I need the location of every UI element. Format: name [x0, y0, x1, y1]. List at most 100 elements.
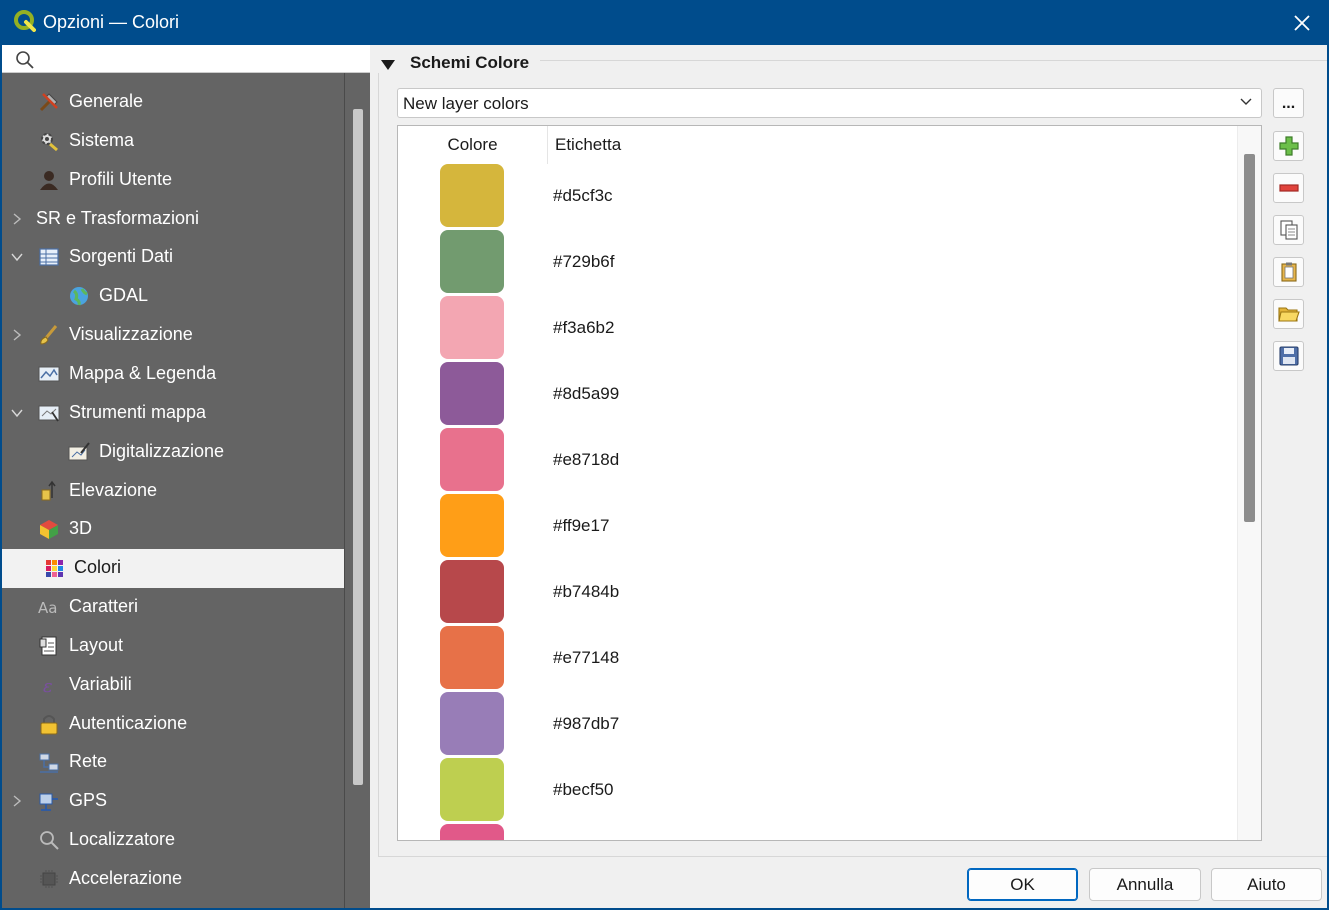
nav-item-label: Elevazione: [69, 479, 158, 500]
color-swatch[interactable]: [440, 560, 504, 623]
color-label[interactable]: #ff9e17: [553, 516, 609, 536]
nav-item-profili-utente[interactable]: Profili Utente: [2, 161, 344, 200]
nav-item-label: Layout: [69, 634, 124, 655]
nav-item-3d[interactable]: 3D: [2, 510, 344, 549]
color-label[interactable]: #becf50: [553, 780, 614, 800]
import-scheme-button[interactable]: [1273, 299, 1304, 329]
nav-item-elevazione[interactable]: Elevazione: [2, 472, 344, 511]
nav-scrollbar[interactable]: [344, 73, 370, 908]
nav-item-label: Profili Utente: [69, 168, 173, 189]
globe-icon: [70, 287, 88, 306]
table-scrollbar[interactable]: [1237, 126, 1261, 840]
color-label[interactable]: #b7484b: [553, 582, 619, 602]
padlock-icon: [40, 714, 58, 735]
nav-item-sistema[interactable]: Sistema: [2, 122, 344, 161]
close-button[interactable]: [1285, 6, 1319, 40]
color-label[interactable]: #d5cf3c: [553, 186, 613, 206]
nav-item-localizzatore[interactable]: Localizzatore: [2, 821, 344, 860]
color-label[interactable]: #8d5a99: [553, 384, 619, 404]
nav-item-label: Variabili: [69, 673, 132, 694]
nav-item-strumenti-mappa[interactable]: Strumenti mappa: [2, 394, 344, 433]
color-swatch[interactable]: [440, 296, 504, 359]
nav-item-generale[interactable]: Generale: [2, 83, 344, 122]
nav-item-visualizzazione[interactable]: Visualizzazione: [2, 316, 344, 355]
remove-color-button[interactable]: [1273, 173, 1304, 203]
remove-color-icon: [1278, 184, 1299, 192]
color-label[interactable]: #e8718d: [553, 450, 619, 470]
chevron-down-icon[interactable]: [10, 250, 24, 264]
table-scrollbar-thumb[interactable]: [1244, 154, 1255, 522]
color-label[interactable]: #f3a6b2: [553, 318, 614, 338]
nav-item-mappa-legenda[interactable]: Mappa & Legenda: [2, 355, 344, 394]
export-scheme-button[interactable]: [1273, 341, 1304, 371]
nav-item-label: Strumenti mappa: [69, 401, 207, 422]
chevron-down-icon[interactable]: [10, 406, 24, 420]
nav-item-label: 3D: [69, 518, 93, 539]
paste-colors-icon: [1280, 262, 1297, 282]
map-legend-icon: [38, 366, 60, 382]
color-palette-icon: [46, 560, 63, 578]
search-input[interactable]: [42, 47, 362, 71]
nav-item-label: Mappa & Legenda: [69, 362, 217, 383]
nav-item-accelerazione[interactable]: Accelerazione: [2, 860, 344, 899]
nav-item-gdal[interactable]: GDAL: [2, 277, 344, 316]
data-sources-icon: [39, 248, 59, 266]
cancel-button[interactable]: Annulla: [1089, 868, 1201, 901]
nav-item-gps[interactable]: GPS: [2, 782, 344, 821]
color-swatch[interactable]: [440, 824, 504, 840]
color-swatch[interactable]: [440, 494, 504, 557]
chevron-right-icon[interactable]: [10, 794, 24, 808]
svg-text:ε: ε: [43, 676, 53, 696]
nav-item-sorgenti-dati[interactable]: Sorgenti Dati: [2, 238, 344, 277]
column-header-color[interactable]: Colore: [398, 126, 548, 164]
nav-item-sr-e-trasformazioni[interactable]: SR e Trasformazioni: [2, 200, 344, 239]
chevron-right-icon[interactable]: [10, 212, 24, 226]
digitizing-icon: [68, 442, 90, 461]
title-bar: Opzioni — Colori: [0, 0, 1329, 45]
nav-item-colori[interactable]: Colori: [2, 549, 344, 589]
gps-icon: [39, 793, 58, 812]
group-divider: [540, 60, 1327, 61]
nav-scrollbar-thumb[interactable]: [353, 109, 363, 785]
nav-item-layout[interactable]: Layout: [2, 627, 344, 666]
help-button[interactable]: Aiuto: [1211, 868, 1322, 901]
color-swatch[interactable]: [440, 758, 504, 821]
paintbrush-icon: [40, 325, 58, 345]
color-label[interactable]: #e77148: [553, 648, 619, 668]
color-label[interactable]: #729b6f: [553, 252, 614, 272]
color-table: Colore Etichetta #d5cf3c #729b6f #f3a6b2 #8…: [397, 125, 1262, 841]
nav-item-label: Colori: [74, 557, 122, 578]
color-label[interactable]: #987db7: [553, 714, 619, 734]
nav-item-label: GDAL: [99, 285, 149, 306]
nav-item-label: Sorgenti Dati: [69, 246, 174, 267]
nav-item-caratteri[interactable]: Aa Caratteri: [2, 588, 344, 627]
scheme-select-value: New layer colors: [403, 94, 529, 113]
color-swatch[interactable]: [440, 164, 504, 227]
color-swatch[interactable]: [440, 362, 504, 425]
nav-item-digitalizzazione[interactable]: Digitalizzazione: [2, 433, 344, 472]
collapse-triangle-icon[interactable]: [380, 59, 396, 71]
ok-button[interactable]: OK: [967, 868, 1078, 901]
search-bar: [2, 45, 370, 73]
chevron-right-icon[interactable]: [10, 328, 24, 342]
svg-text:Aa: Aa: [38, 599, 57, 617]
layout-icon: [39, 636, 57, 656]
scheme-select[interactable]: New layer colors: [397, 88, 1262, 118]
copy-colors-button[interactable]: [1273, 215, 1304, 245]
group-title: Schemi Colore: [410, 53, 530, 72]
color-swatch[interactable]: [440, 626, 504, 689]
cube-3d-icon: [40, 520, 58, 540]
tools-icon: [39, 93, 58, 112]
paste-colors-button[interactable]: [1273, 257, 1304, 287]
nav-item-autenticazione[interactable]: Autenticazione: [2, 705, 344, 744]
color-swatch[interactable]: [440, 692, 504, 755]
scheme-menu-button[interactable]: ...: [1273, 88, 1304, 118]
window-title: Opzioni — Colori: [43, 12, 180, 32]
add-color-button[interactable]: [1273, 131, 1304, 161]
color-swatch[interactable]: [440, 230, 504, 293]
nav-item-rete[interactable]: Rete: [2, 743, 344, 782]
column-header-label[interactable]: Etichetta: [555, 126, 621, 164]
nav-item-variabili[interactable]: ε Variabili: [2, 666, 344, 705]
color-swatch[interactable]: [440, 428, 504, 491]
close-icon: [1294, 15, 1310, 31]
